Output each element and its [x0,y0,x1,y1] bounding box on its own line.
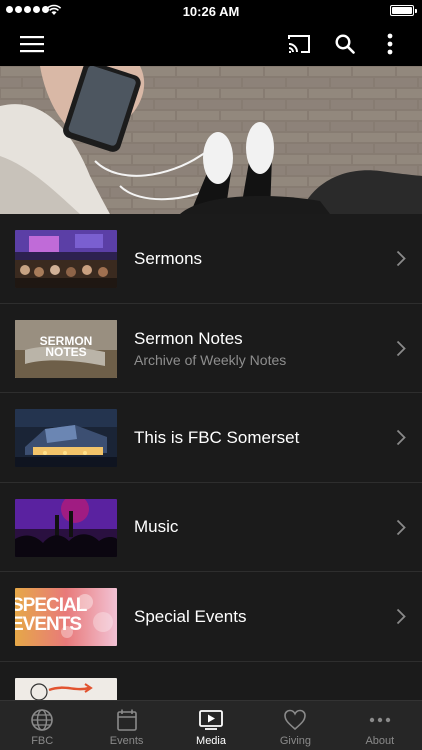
search-button[interactable] [323,22,367,66]
hero-banner-image [0,66,422,214]
tab-media[interactable]: Media [169,701,253,750]
search-icon [335,34,355,54]
list-item-special-events[interactable]: SPECIAL EVENTS Special Events [0,572,422,662]
hero-photo [0,66,422,214]
tab-label: FBC [31,735,54,747]
more-vertical-icon [387,33,393,55]
top-nav-bar [0,22,422,66]
list-item-title: This is FBC Somerset [134,427,300,447]
tab-about[interactable]: About [338,701,422,750]
sermon-notes-thumbnail: SERMON NOTES [15,319,117,378]
chevron-right-icon [396,340,406,356]
chevron-right-icon [396,608,406,625]
menu-button[interactable] [10,22,54,66]
special-events-thumbnail: SPECIAL EVENTS [15,588,117,646]
fbc-somerset-thumbnail [15,409,117,467]
media-list: Sermons SERMON NOTES Sermon Notes Archiv… [0,214,422,700]
play-icon [199,710,223,730]
tab-label: Events [109,735,144,747]
music-thumbnail [15,498,117,557]
sermon-notes-thumb-text: SERMON NOTES [39,333,93,359]
tab-label: Media [196,735,226,747]
status-time: 10:26 AM [182,4,240,19]
list-item-partial[interactable] [0,662,422,700]
tab-label: About [365,735,395,747]
partial-thumbnail [15,677,117,700]
tab-giving[interactable]: Giving [253,701,337,750]
cast-icon [288,35,310,53]
list-item-title: Sermon Notes [134,328,243,348]
list-item-title: Music [134,517,179,536]
list-item-this-is-fbc-somerset[interactable]: This is FBC Somerset [0,393,422,483]
chevron-right-icon [396,429,406,446]
cast-button[interactable] [277,22,321,66]
list-item-subtitle: Archive of Weekly Notes [134,351,287,368]
more-options-button[interactable] [368,22,412,66]
bottom-tab-bar: FBC Events Media Giving About [0,700,422,750]
battery-icon [390,5,417,16]
calendar-icon [116,709,137,731]
list-item-title: Sermons [134,248,203,268]
list-item-title: Special Events [134,606,247,626]
tab-label: Giving [279,735,312,747]
chevron-right-icon [396,519,406,535]
special-events-thumb-text: SPECIAL EVENTS [15,595,87,635]
status-bar: 10:26 AM [0,0,422,22]
chevron-right-icon [396,250,406,267]
list-item-sermons[interactable]: Sermons [0,214,422,304]
globe-icon [31,709,54,731]
list-item-music[interactable]: Music [0,483,422,572]
sermons-thumbnail [15,230,117,288]
tab-events[interactable]: Events [84,701,168,750]
ellipsis-icon [369,717,391,723]
list-item-sermon-notes[interactable]: SERMON NOTES Sermon Notes Archive of Wee… [0,304,422,393]
hamburger-icon [20,36,44,53]
tab-fbc[interactable]: FBC [0,701,84,750]
heart-icon [284,709,307,731]
